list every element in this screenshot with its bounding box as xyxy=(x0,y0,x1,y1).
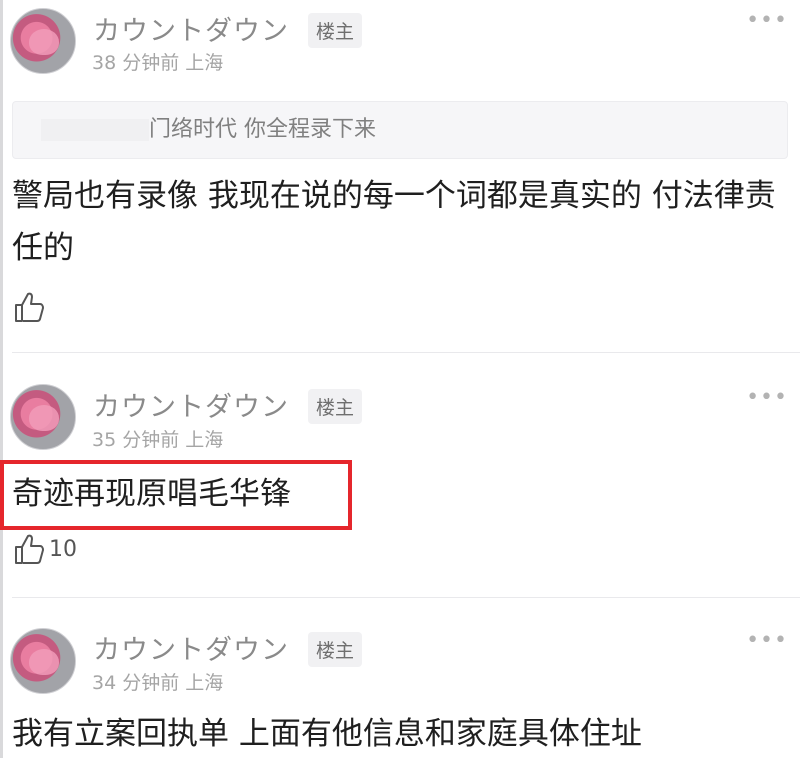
like-count: 10 xyxy=(49,536,77,562)
more-dots-icon[interactable]: ••• xyxy=(746,385,788,410)
op-badge: 楼主 xyxy=(308,632,363,667)
comment-text: 我有立案回执单 上面有他信息和家庭具体住址 xyxy=(12,716,642,752)
author-name[interactable]: カウントダウン xyxy=(93,9,289,48)
comment-meta: 38 分钟前 上海 xyxy=(92,52,224,74)
thumbs-up-icon xyxy=(15,292,44,322)
like-button[interactable] xyxy=(13,290,47,324)
thumbs-up-icon xyxy=(15,534,44,564)
more-dots-icon[interactable]: ••• xyxy=(746,628,788,653)
quote-text: 门络时代 你全程录下来 xyxy=(149,117,376,142)
author-name[interactable]: カウントダウン xyxy=(93,385,289,424)
author-name[interactable]: カウントダウン xyxy=(93,628,289,667)
quoted-reply[interactable]: 门络时代 你全程录下来 xyxy=(12,101,788,159)
divider xyxy=(12,352,800,353)
comment-text: 警局也有录像 我现在说的每一个词都是真实的 付法律责任的 xyxy=(12,178,776,266)
comment-meta: 35 分钟前 上海 xyxy=(92,429,224,451)
left-edge-shadow xyxy=(0,0,3,758)
more-dots-icon[interactable]: ••• xyxy=(746,8,788,33)
op-badge: 楼主 xyxy=(308,389,363,424)
comment-meta: 34 分钟前 上海 xyxy=(92,672,224,694)
red-highlight-box xyxy=(0,460,352,530)
redacted-text xyxy=(41,119,149,141)
avatar[interactable] xyxy=(10,384,76,450)
op-badge: 楼主 xyxy=(308,13,363,48)
divider xyxy=(12,597,800,598)
avatar[interactable] xyxy=(10,8,76,74)
avatar[interactable] xyxy=(10,628,76,694)
like-button[interactable]: 10 xyxy=(13,532,77,566)
